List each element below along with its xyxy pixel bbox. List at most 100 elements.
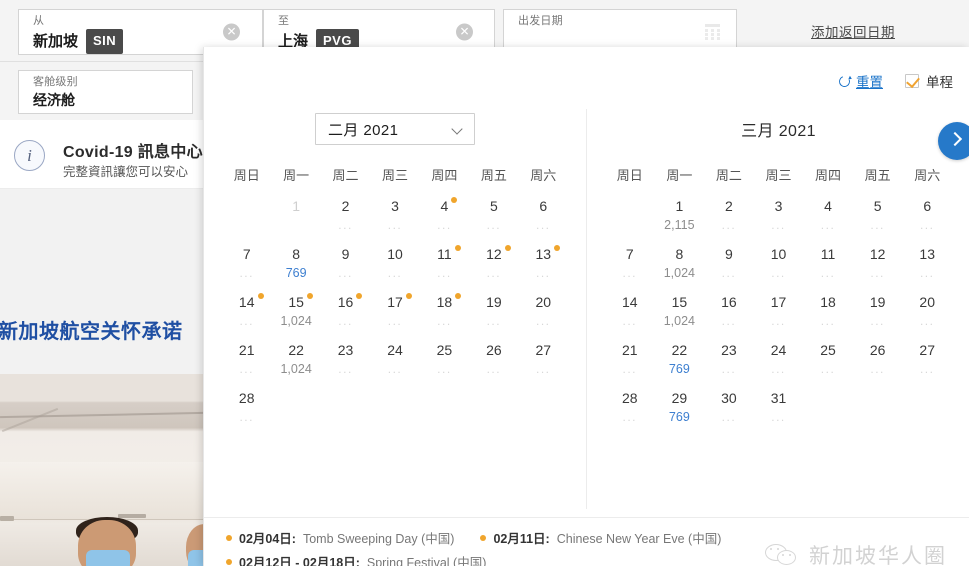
reset-button[interactable]: 重置 [837, 71, 883, 91]
day-number: 14 [239, 292, 264, 312]
day-cell[interactable]: 8 1,024 [655, 244, 705, 292]
day-cell[interactable]: 31... [754, 388, 804, 436]
day-cell[interactable]: 28... [222, 388, 271, 436]
day-cell[interactable]: 7... [222, 244, 271, 292]
day-cell[interactable]: 10... [754, 244, 804, 292]
legend-date: 02月11日: [493, 532, 550, 546]
day-cell[interactable]: 23... [321, 340, 370, 388]
day-cell[interactable]: 9... [321, 244, 370, 292]
price-unavailable: ... [622, 266, 638, 280]
holiday-dot-icon [405, 293, 412, 299]
price-unavailable: ... [536, 314, 551, 328]
day-cell[interactable]: 11... [420, 244, 469, 292]
day-cell[interactable]: 15 1,024 [271, 292, 320, 340]
day-cell[interactable]: 10... [370, 244, 419, 292]
day-cell[interactable]: 2... [321, 196, 370, 244]
calendar-icon [705, 24, 720, 40]
day-cell[interactable]: 7... [605, 244, 655, 292]
day-cell[interactable]: 13... [902, 244, 952, 292]
day-cell[interactable]: 26... [853, 340, 903, 388]
day-cell[interactable]: 12... [853, 244, 903, 292]
month-header: 三月 2021 [587, 109, 969, 149]
cabin-class-field[interactable]: 客舱级别 经济舱 [18, 70, 193, 114]
day-cell[interactable]: 14... [605, 292, 655, 340]
price-unavailable: ... [771, 218, 786, 232]
price-unavailable: ... [239, 362, 254, 376]
day-cell[interactable]: 3... [754, 196, 804, 244]
price-unavailable: ... [437, 218, 452, 232]
day-cell[interactable]: 24... [754, 340, 804, 388]
holiday-dot-icon [504, 245, 511, 251]
day-cell[interactable]: 27... [519, 340, 568, 388]
day-cell[interactable]: 14... [222, 292, 271, 340]
day-cell[interactable]: 26... [469, 340, 518, 388]
covid-notice[interactable]: i Covid-19 訊息中心 完整資訊讓您可以安心 [0, 123, 203, 189]
day-cell[interactable]: 29 769 [655, 388, 705, 436]
day-cell[interactable]: 8 769 [271, 244, 320, 292]
day-number: 2 [341, 198, 350, 214]
month-header: 二月 2021 [204, 109, 586, 149]
day-cell[interactable]: 4... [803, 196, 853, 244]
day-number: 22 [288, 342, 304, 358]
day-cell[interactable]: 16... [704, 292, 754, 340]
day-cell[interactable]: 19... [469, 292, 518, 340]
app-root: 从 新加坡 SIN ✕ 至 上海 PVG ✕ 出发日期 添加返回日期 客舱级别 … [0, 0, 969, 566]
day-cell[interactable]: 22 1,024 [271, 340, 320, 388]
day-number: 24 [387, 342, 403, 358]
price-unavailable: ... [486, 362, 502, 376]
month-select[interactable]: 二月 2021 [315, 113, 475, 145]
clear-circle-icon[interactable]: ✕ [223, 23, 240, 41]
day-cell[interactable]: 18... [420, 292, 469, 340]
clear-circle-icon[interactable]: ✕ [456, 23, 473, 41]
day-cell[interactable]: 6... [902, 196, 952, 244]
day-cell[interactable]: 16... [321, 292, 370, 340]
day-cell[interactable]: 21... [605, 340, 655, 388]
day-cell[interactable]: 24... [370, 340, 419, 388]
day-number: 18 [820, 294, 836, 310]
day-cell[interactable]: 22 769 [655, 340, 705, 388]
day-cell[interactable]: 18... [803, 292, 853, 340]
day-cell[interactable]: 17... [370, 292, 419, 340]
day-cell[interactable]: 27... [902, 340, 952, 388]
day-cell[interactable]: 5... [469, 196, 518, 244]
day-cell[interactable]: 2... [704, 196, 754, 244]
oneway-checkbox[interactable]: 单程 [905, 71, 953, 91]
price-unavailable: ... [919, 218, 935, 232]
day-cell[interactable]: 21... [222, 340, 271, 388]
cabin-class-label: 客舱级别 [33, 76, 78, 88]
day-cell[interactable]: 9... [704, 244, 754, 292]
price-unavailable: ... [437, 314, 452, 328]
day-cell[interactable]: 12... [469, 244, 518, 292]
day-cell[interactable]: 13... [519, 244, 568, 292]
day-cell[interactable]: 3... [370, 196, 419, 244]
day-cell[interactable]: 1 2,115 [655, 196, 705, 244]
day-cell[interactable]: 11... [803, 244, 853, 292]
day-cell[interactable]: 19... [853, 292, 903, 340]
price-unavailable: ... [919, 266, 935, 280]
day-cell[interactable]: 25... [420, 340, 469, 388]
next-month-button[interactable] [938, 122, 969, 160]
day-cell[interactable]: 30... [704, 388, 754, 436]
day-cell[interactable]: 15 1,024 [655, 292, 705, 340]
day-cell[interactable]: 20... [519, 292, 568, 340]
price-unavailable: ... [239, 314, 254, 328]
day-cell[interactable]: 28... [605, 388, 655, 436]
price-unavailable: ... [771, 266, 786, 280]
cabin-photo [0, 374, 203, 566]
weekday-label: 周六 [914, 168, 941, 183]
day-number: 13 [919, 246, 935, 262]
price-unavailable: ... [870, 266, 885, 280]
day-cell[interactable]: 20... [902, 292, 952, 340]
day-cell[interactable]: 6... [519, 196, 568, 244]
day-number: 5 [873, 198, 882, 214]
legend-name: Spring Festival (中国) [366, 556, 487, 566]
legend-item: 02月12日 - 02月18日: Spring Festival (中国) [226, 552, 486, 566]
weekday-label: 周二 [715, 168, 742, 183]
day-cell[interactable]: 25... [803, 340, 853, 388]
day-number: 17 [387, 292, 412, 312]
day-cell[interactable]: 4... [420, 196, 469, 244]
day-cell[interactable]: 17... [754, 292, 804, 340]
day-cell[interactable]: 5... [853, 196, 903, 244]
day-cell[interactable]: 23... [704, 340, 754, 388]
weekday-label: 周六 [530, 168, 557, 183]
